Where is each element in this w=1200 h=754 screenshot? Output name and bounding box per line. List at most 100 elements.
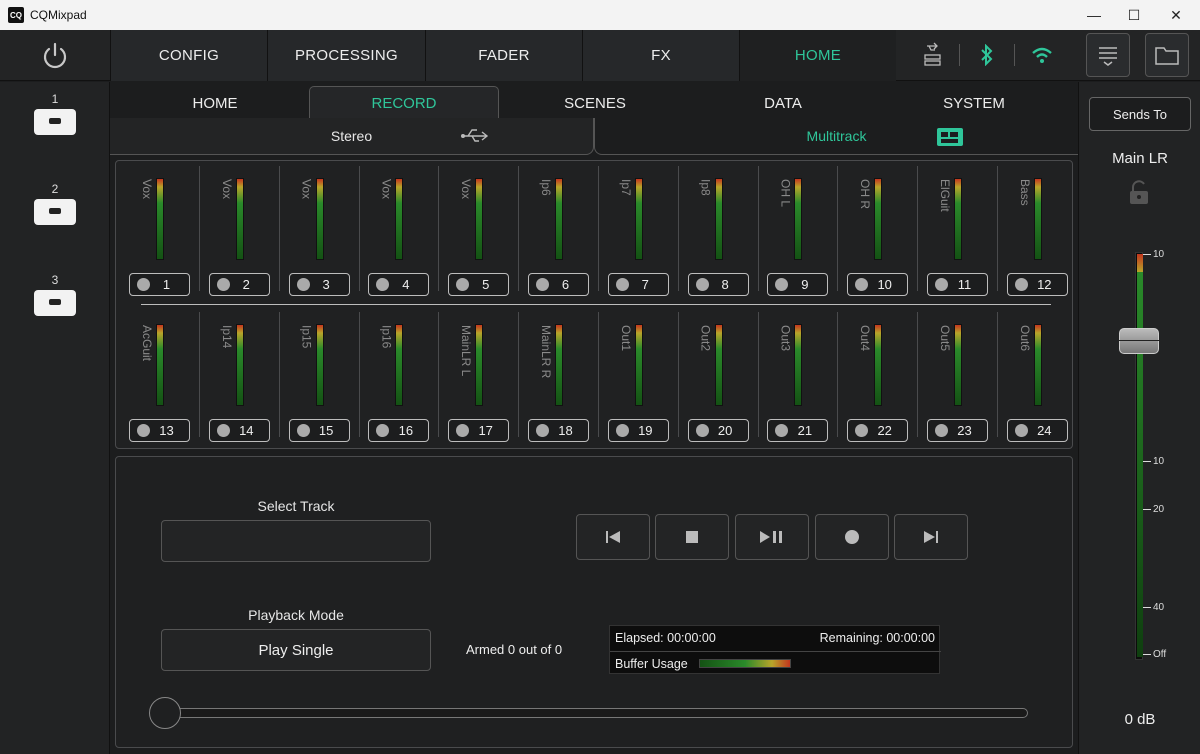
channel-arm-button[interactable]: 8 bbox=[687, 273, 749, 296]
slot-1[interactable]: 1 bbox=[33, 92, 77, 135]
channel-level-meter bbox=[874, 178, 883, 260]
skip-forward-button[interactable] bbox=[894, 514, 968, 560]
subtab-scenes[interactable]: SCENES bbox=[515, 88, 675, 118]
channel-level-meter bbox=[475, 324, 484, 406]
channel-arm-button[interactable]: 14 bbox=[208, 419, 270, 442]
channel-arm-button[interactable]: 19 bbox=[607, 419, 669, 442]
channel-arm-button[interactable]: 5 bbox=[448, 273, 510, 296]
channel-arm-button[interactable]: 11 bbox=[927, 273, 988, 296]
arm-indicator-icon bbox=[376, 424, 390, 437]
channel-strip: Ip6 6 bbox=[519, 161, 599, 296]
playback-mode-select[interactable]: Play Single bbox=[161, 629, 431, 671]
slot-number: 2 bbox=[51, 182, 59, 196]
tab-fader[interactable]: FADER bbox=[425, 30, 582, 81]
channel-arm-button[interactable]: 12 bbox=[1006, 273, 1068, 296]
channel-name: MainLR R bbox=[539, 325, 553, 379]
select-track-field[interactable] bbox=[161, 520, 431, 562]
fader-db-value: 0 dB bbox=[1124, 711, 1156, 728]
channel-level-meter bbox=[954, 324, 962, 406]
channel-arm-button[interactable]: 7 bbox=[607, 273, 669, 296]
channel-level-meter bbox=[954, 178, 962, 260]
channel-name: Out5 bbox=[938, 325, 952, 352]
mode-stereo[interactable]: Stereo bbox=[110, 118, 594, 155]
channel-arm-button[interactable]: 20 bbox=[687, 419, 749, 442]
record-icon bbox=[845, 530, 859, 544]
subtab-record[interactable]: RECORD bbox=[309, 86, 499, 120]
skip-forward-icon bbox=[924, 531, 938, 543]
channel-arm-button[interactable]: 23 bbox=[927, 419, 988, 442]
arm-indicator-icon bbox=[855, 278, 869, 291]
channel-strip: MainLR L 17 bbox=[439, 307, 520, 442]
tab-processing[interactable]: PROCESSING bbox=[267, 30, 425, 81]
channel-arm-button[interactable]: 1 bbox=[129, 273, 190, 296]
channel-number: 9 bbox=[801, 277, 809, 292]
bluetooth-icon bbox=[972, 40, 1002, 70]
unlock-icon[interactable] bbox=[1127, 180, 1151, 206]
slot-2[interactable]: 2 bbox=[33, 182, 77, 225]
arm-indicator-icon bbox=[376, 278, 390, 291]
channel-number: 6 bbox=[561, 277, 570, 292]
channel-arm-button[interactable]: 13 bbox=[129, 419, 190, 442]
channel-arm-button[interactable]: 2 bbox=[208, 273, 270, 296]
skip-back-button[interactable] bbox=[576, 514, 650, 560]
channel-strip: MainLR R 18 bbox=[519, 307, 599, 442]
subtab-data[interactable]: DATA bbox=[703, 88, 863, 118]
channel-level-meter bbox=[714, 324, 723, 406]
channel-name: Vox bbox=[379, 179, 394, 200]
channel-arm-button[interactable]: 18 bbox=[528, 419, 589, 442]
arm-indicator-icon bbox=[536, 424, 549, 437]
record-button[interactable] bbox=[815, 514, 889, 560]
tab-config[interactable]: CONFIG bbox=[110, 30, 267, 81]
subtab-system[interactable]: SYSTEM bbox=[894, 88, 1054, 118]
channel-level-meter bbox=[874, 324, 883, 406]
menu-button[interactable] bbox=[1086, 33, 1130, 77]
skip-back-icon bbox=[606, 531, 620, 543]
channel-arm-button[interactable]: 9 bbox=[767, 273, 829, 296]
main-lr-meter bbox=[1135, 252, 1143, 660]
channel-level-meter bbox=[315, 324, 324, 406]
channel-arm-button[interactable]: 3 bbox=[288, 273, 350, 296]
power-button[interactable] bbox=[0, 30, 110, 81]
channel-strip: AcGuit 13 bbox=[120, 307, 200, 442]
maximize-button[interactable]: ☐ bbox=[1114, 0, 1154, 30]
scale-label: 40 bbox=[1143, 602, 1164, 613]
subtab-home[interactable]: HOME bbox=[135, 88, 295, 118]
channel-arm-button[interactable]: 15 bbox=[288, 419, 350, 442]
channel-name: MainLR L bbox=[459, 325, 474, 377]
channel-arm-button[interactable]: 24 bbox=[1006, 419, 1068, 442]
minimize-button[interactable]: — bbox=[1074, 0, 1114, 30]
channel-arm-button[interactable]: 21 bbox=[767, 419, 829, 442]
channel-number: 2 bbox=[242, 277, 250, 292]
tab-home[interactable]: HOME bbox=[739, 30, 896, 81]
main-lr-fader[interactable] bbox=[1118, 328, 1160, 354]
window-title: CQMixpad bbox=[30, 8, 87, 22]
storage-card-icon bbox=[34, 199, 76, 225]
arm-indicator-icon bbox=[216, 424, 230, 437]
channel-strip: OH L 9 bbox=[758, 161, 839, 296]
play-pause-button[interactable] bbox=[735, 514, 809, 560]
close-button[interactable]: ✕ bbox=[1156, 0, 1196, 30]
arm-indicator-icon bbox=[615, 278, 629, 291]
playback-progress-knob[interactable] bbox=[149, 697, 181, 729]
channel-number: 8 bbox=[721, 277, 729, 292]
slot-number: 1 bbox=[51, 92, 59, 106]
arm-indicator-icon bbox=[296, 424, 310, 437]
remaining-time: Remaining: 00:00:00 bbox=[819, 631, 935, 645]
mode-multitrack[interactable]: Multitrack bbox=[594, 118, 1078, 155]
stop-button[interactable] bbox=[655, 514, 729, 560]
sends-to-button[interactable]: Sends To bbox=[1089, 97, 1191, 131]
channel-level-meter bbox=[315, 178, 324, 260]
channel-arm-button[interactable]: 10 bbox=[847, 273, 909, 296]
storage-card-icon bbox=[34, 290, 76, 316]
channel-arm-button[interactable]: 4 bbox=[368, 273, 430, 296]
playback-progress-track[interactable] bbox=[160, 708, 1028, 718]
folder-button[interactable] bbox=[1145, 33, 1189, 77]
channel-arm-button[interactable]: 16 bbox=[368, 419, 430, 442]
tab-fx[interactable]: FX bbox=[582, 30, 739, 81]
channel-number: 24 bbox=[1037, 423, 1052, 438]
arm-indicator-icon bbox=[775, 424, 789, 437]
channel-arm-button[interactable]: 17 bbox=[448, 419, 510, 442]
slot-3[interactable]: 3 bbox=[33, 273, 77, 316]
channel-arm-button[interactable]: 6 bbox=[528, 273, 589, 296]
channel-arm-button[interactable]: 22 bbox=[847, 419, 909, 442]
